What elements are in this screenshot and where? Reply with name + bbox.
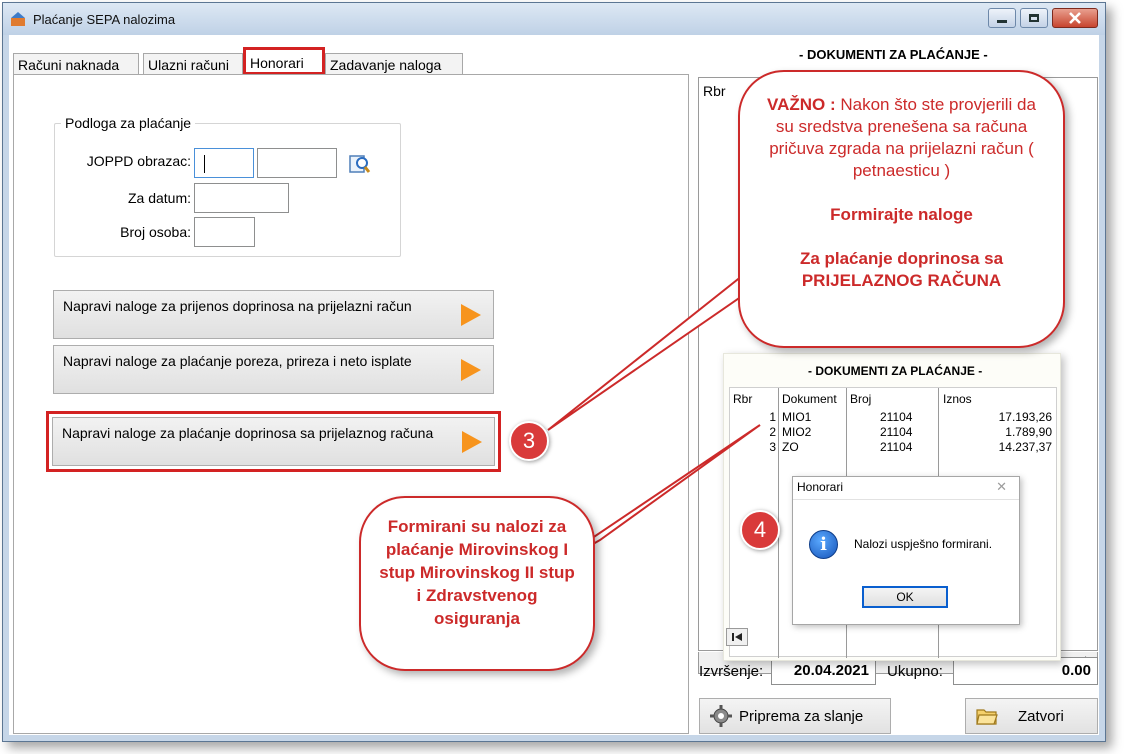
step-badge-3: 3	[509, 421, 549, 461]
important-head: VAŽNO :	[767, 95, 836, 114]
form-orders-text: Formirajte naloge	[830, 205, 973, 224]
important-text: VAŽNO : Nakon što ste provjerili da su s…	[758, 94, 1045, 182]
pay-from-text: Za plaćanje doprinosa sa PRIJELAZNOG RAČ…	[799, 249, 1004, 290]
step-badge-4: 4	[740, 510, 780, 550]
important-callout: VAŽNO : Nakon što ste provjerili da su s…	[738, 70, 1065, 348]
formed-orders-text: Formirani su nalozi za plaćanje Mirovins…	[379, 517, 575, 628]
formed-orders-callout: Formirani su nalozi za plaćanje Mirovins…	[359, 496, 595, 671]
